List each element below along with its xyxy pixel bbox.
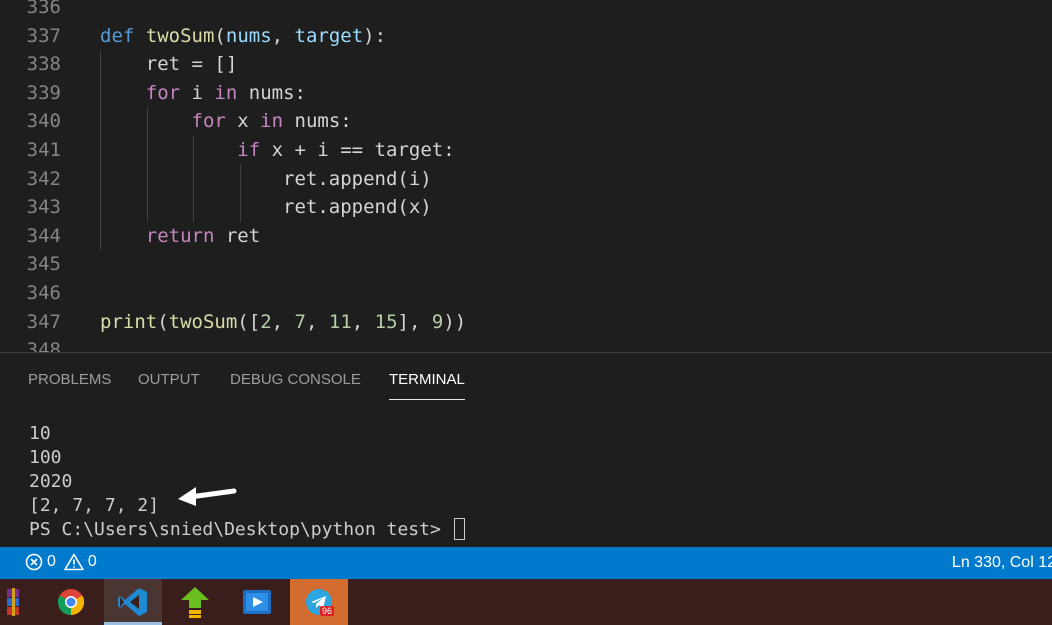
code-line[interactable]: 340 for x in nums: [0,107,1052,135]
code-line[interactable]: 344 return ret [0,222,1052,250]
code-line[interactable]: 336 [0,0,1052,21]
indent-guide [240,164,241,222]
line-number: 345 [26,253,61,276]
taskbar-winrar[interactable] [0,579,36,625]
terminal-line: 100 [29,447,62,468]
problems-indicator[interactable]: 0 0 [25,553,97,571]
line-number: 340 [26,110,61,133]
line-number: 348 [26,339,61,352]
error-icon [25,553,43,571]
code-line[interactable]: 345 [0,250,1052,278]
warning-count: 0 [87,553,97,570]
code-text: for x in nums: [191,110,352,133]
code-text: return ret [145,224,261,247]
terminal-line: 10 [29,423,51,444]
error-count: 0 [47,553,56,570]
windows-taskbar: 96 [0,579,1052,625]
green-up-arrow-icon [181,587,209,618]
tab-debug-console[interactable]: DEBUG CONSOLE [230,371,361,388]
taskbar-media-player[interactable] [228,579,286,625]
code-line[interactable]: 341 if x + i == target: [0,136,1052,164]
line-number: 338 [26,53,61,76]
terminal-prompt-line[interactable]: PS C:\Users\snied\Desktop\python test> [29,518,465,542]
indent-guide [100,50,101,250]
line-number: 347 [26,310,61,333]
tab-problems[interactable]: PROBLEMS [28,371,111,388]
vscode-icon [118,588,147,616]
code-text: for i in nums: [145,81,306,104]
chrome-icon [57,589,85,616]
code-line[interactable]: 342 ret.append(i) [0,165,1052,193]
code-line[interactable]: 337 def twoSum(nums, target): [0,22,1052,50]
line-number: 341 [26,139,61,161]
taskbar-chrome[interactable] [42,579,100,625]
line-number: 337 [26,24,61,47]
active-tab-indicator [389,399,465,400]
tab-terminal[interactable]: TERMINAL [389,371,465,388]
line-number: 343 [26,196,61,219]
code-text: ret.append(x) [100,196,432,219]
tab-output[interactable]: OUTPUT [138,371,200,388]
code-text: print(twoSum([2, 7, 11, 15], 9)) [100,310,467,333]
code-line[interactable]: 346 [0,279,1052,307]
taskbar-telegram[interactable]: 96 [290,579,348,625]
code-line[interactable]: 339 for i in nums: [0,79,1052,107]
code-editor[interactable]: 336 337 def twoSum(nums, target): 338 ret =… [0,0,1052,352]
line-number: 344 [26,224,61,247]
notification-badge: 96 [320,606,335,616]
terminal-line: 2020 [29,471,73,492]
taskbar-upload-app[interactable] [166,579,224,625]
warning-icon [64,553,84,571]
winrar-icon [7,588,19,616]
terminal-cursor [453,518,465,540]
code-line[interactable]: 343 ret.append(x) [0,193,1052,221]
code-line[interactable]: 338 ret = [] [0,50,1052,78]
status-bar: 0 0 Ln 330, Col 12 [0,547,1052,579]
code-line[interactable]: 348 [0,336,1052,352]
terminal-prompt: PS C:\Users\snied\Desktop\python test> [29,519,452,540]
arrow-annotation-icon [178,487,237,506]
line-number: 336 [26,0,61,18]
indent-guide [193,136,194,222]
code-text: ret = [] [100,53,238,76]
taskbar-vscode[interactable] [104,579,162,625]
cursor-position[interactable]: Ln 330, Col 12 [952,554,1052,572]
code-text: def twoSum(nums, target): [100,24,387,47]
terminal-line: [2, 7, 7, 2] [29,495,160,516]
code-text: ret.append(i) [100,167,432,190]
line-number: 342 [26,167,61,190]
code-line[interactable]: 347 print(twoSum([2, 7, 11, 15], 9)) [0,308,1052,336]
media-player-icon [243,590,271,614]
code-text: if x + i == target: [237,139,455,161]
line-number: 339 [26,81,61,104]
line-number: 346 [26,282,61,304]
indent-guide [147,107,148,222]
